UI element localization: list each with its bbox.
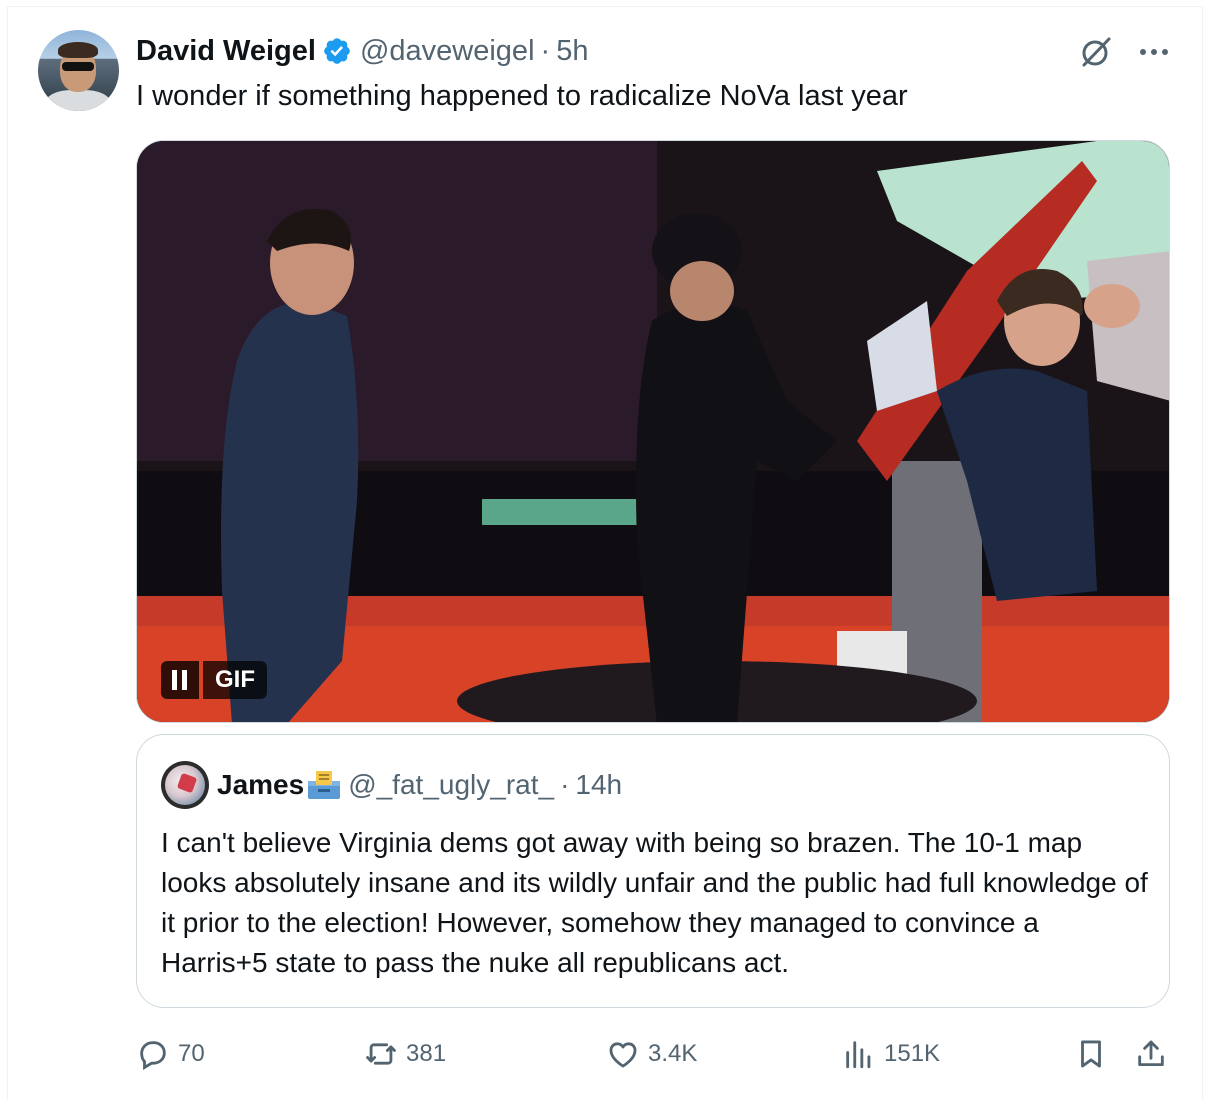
views-count: 151K [884,1040,941,1067]
gif-badge: GIF [203,661,267,699]
quoted-author-avatar[interactable] [161,761,209,809]
quoted-tweet-time[interactable]: 14h [575,769,622,801]
bookmark-icon [1081,1040,1101,1068]
author-avatar[interactable] [38,30,119,111]
share-icon [1138,1040,1164,1067]
author-name[interactable]: David Weigel [136,35,316,68]
views-button[interactable]: 151K [842,1034,940,1074]
more-icon[interactable] [1137,40,1171,64]
quoted-tweet-header: James @_fat_ugly_rat_ · 14h [217,765,622,805]
reply-button[interactable]: 70 [136,1034,205,1074]
author-handle[interactable]: @daveweigel [360,35,535,68]
reply-count: 70 [178,1040,205,1067]
pause-icon [172,670,187,690]
pause-button[interactable] [161,661,199,699]
quoted-author-handle[interactable]: @_fat_ugly_rat_ [348,769,554,801]
bookmark-button[interactable] [1074,1034,1116,1074]
reply-icon [140,1041,166,1070]
repost-button[interactable]: 381 [364,1034,446,1074]
like-count: 3.4K [648,1040,698,1067]
repost-count: 381 [406,1040,447,1067]
like-icon [609,1042,637,1068]
like-button[interactable]: 3.4K [606,1034,697,1074]
verified-badge-icon [324,38,350,64]
tweet-actions: 70 381 3.4K 151K [136,1034,1176,1074]
tweet-text: I wonder if something happened to radica… [136,80,908,112]
gif-media[interactable]: GIF [136,140,1170,723]
gif-controls: GIF [161,661,267,699]
tweet-header: David Weigel @daveweigel · 5h [136,31,588,71]
repost-icon [366,1043,396,1065]
grok-icon[interactable] [1078,34,1114,70]
ballot-box-icon [308,771,341,799]
views-icon [846,1041,871,1069]
tweet-time[interactable]: 5h [556,35,588,68]
gif-frame-image [137,141,1169,722]
header-separator: · [540,34,551,67]
quoted-author-name[interactable]: James [217,769,304,801]
share-button[interactable] [1134,1034,1176,1074]
quoted-tweet-text: I can't believe Virginia dems got away w… [161,827,1148,978]
quoted-tweet[interactable]: James @_fat_ugly_rat_ · 14h I can't beli… [136,734,1170,1008]
quoted-header-separator: · [560,769,570,800]
